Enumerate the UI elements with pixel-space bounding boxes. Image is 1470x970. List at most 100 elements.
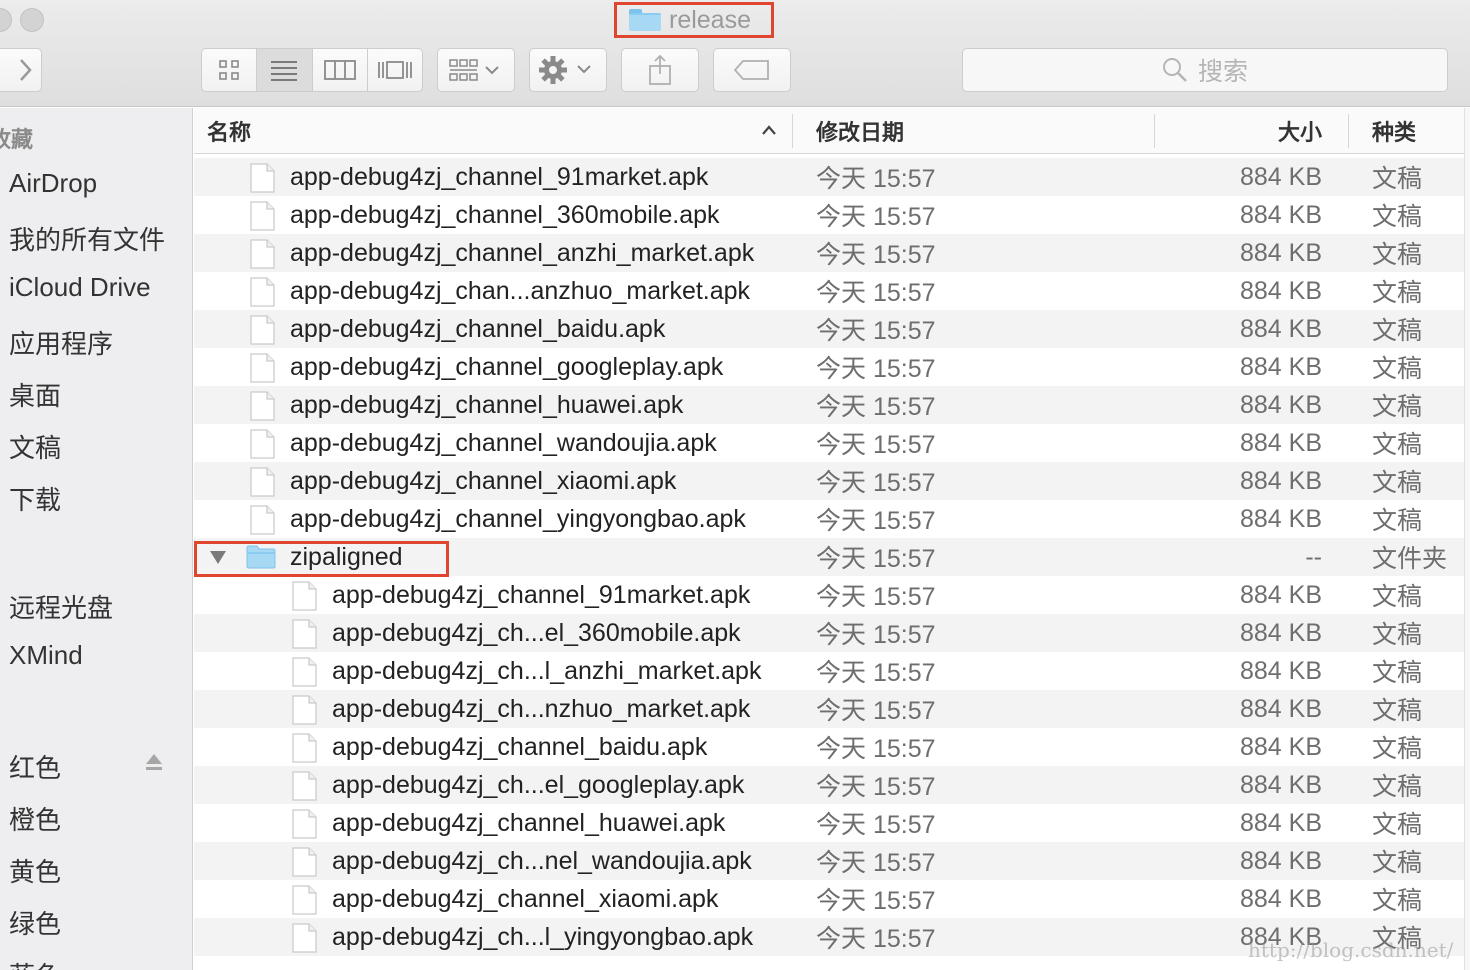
folder-row[interactable]: zipaligned 今天 15:57 -- 文件夹 [194, 538, 1464, 576]
gear-icon [539, 56, 591, 84]
sidebar-item-desktop[interactable]: 桌面 [9, 376, 61, 413]
edit-tags-button[interactable] [713, 48, 791, 92]
file-name: app-debug4zj_channel_xiaomi.apk [332, 884, 719, 913]
file-row[interactable]: app-debug4zj_ch...el_googleplay.apk 今天 15… [194, 766, 1464, 804]
file-kind: 文稿 [1372, 317, 1423, 345]
sidebar-item-documents[interactable]: 文稿 [9, 428, 61, 465]
sidebar-item-xmind[interactable]: XMind [9, 640, 83, 671]
sidebar-item-all-my-files[interactable]: 我的所有文件 [9, 220, 165, 257]
file-size: 884 KB [1239, 162, 1322, 191]
column-header-kind[interactable]: 种类 [1372, 108, 1416, 153]
icon-view-button[interactable] [202, 49, 258, 91]
document-icon [292, 657, 317, 687]
window-close-button[interactable] [0, 8, 12, 32]
document-icon [250, 467, 275, 497]
file-kind: 文稿 [1372, 431, 1423, 459]
column-view-icon [323, 60, 356, 80]
file-name: app-debug4zj_channel_360mobile.apk [290, 200, 720, 229]
file-row[interactable]: app-debug4zj_ch...el_360mobile.apk 今天 15:… [194, 614, 1464, 652]
document-icon [292, 771, 317, 801]
icon-view-icon [219, 60, 239, 80]
file-size: 884 KB [1239, 770, 1322, 799]
share-button[interactable] [621, 48, 699, 92]
file-size: 884 KB [1239, 618, 1322, 647]
sidebar-item-airdrop[interactable]: AirDrop [9, 168, 97, 199]
sidebar-item-downloads[interactable]: 下载 [9, 480, 61, 517]
file-date: 今天 15:57 [816, 849, 936, 877]
file-row[interactable]: app-debug4zj_channel_91market.apk 今天 15:5… [194, 158, 1464, 196]
action-menu-button[interactable] [529, 48, 607, 92]
sidebar-item-icloud-drive[interactable]: iCloud Drive [9, 272, 151, 303]
search-field[interactable]: 搜索 [962, 48, 1448, 92]
file-rows: app-debug4zj_channel_91market.apk 今天 15:5… [194, 158, 1464, 956]
file-row[interactable]: app-debug4zj_channel_googleplay.apk 今天 15… [194, 348, 1464, 386]
sidebar-item-applications[interactable]: 应用程序 [9, 324, 113, 361]
file-kind: 文稿 [1372, 659, 1423, 687]
file-row[interactable]: app-debug4zj_channel_yingyongbao.apk 今天 1… [194, 500, 1464, 538]
sidebar-tag-green[interactable]: 绿色 [9, 904, 61, 941]
document-icon [250, 391, 275, 421]
file-date: 今天 15:57 [816, 659, 936, 687]
file-name: app-debug4zj_channel_91market.apk [290, 162, 709, 191]
scrollbar-track[interactable] [1464, 108, 1470, 970]
arrange-button[interactable] [437, 48, 515, 92]
file-row[interactable]: app-debug4zj_channel_xiaomi.apk 今天 15:57 8… [194, 462, 1464, 500]
file-date: 今天 15:57 [816, 925, 936, 953]
cover-flow-button[interactable] [368, 49, 422, 91]
sidebar-tag-red[interactable]: 红色 [9, 748, 61, 785]
file-date: 今天 15:57 [816, 735, 936, 763]
file-size: 884 KB [1239, 580, 1322, 609]
file-name: app-debug4zj_ch...el_googleplay.apk [332, 770, 745, 799]
file-name: app-debug4zj_channel_baidu.apk [290, 314, 666, 343]
file-name: app-debug4zj_chan...anzhuo_market.apk [290, 276, 751, 305]
file-date: 今天 15:57 [816, 773, 936, 801]
file-size: 884 KB [1239, 656, 1322, 685]
disclosure-triangle-icon[interactable] [208, 547, 228, 567]
file-row[interactable]: app-debug4zj_ch...nzhuo_market.apk 今天 15:… [194, 690, 1464, 728]
file-row[interactable]: app-debug4zj_ch...nel_wandoujia.apk 今天 15… [194, 842, 1464, 880]
file-row[interactable]: app-debug4zj_channel_baidu.apk 今天 15:57 88… [194, 728, 1464, 766]
sidebar-tag-orange[interactable]: 橙色 [9, 800, 61, 837]
file-kind: 文稿 [1372, 849, 1423, 877]
file-kind: 文稿 [1372, 811, 1423, 839]
file-row[interactable]: app-debug4zj_channel_baidu.apk 今天 15:57 88… [194, 310, 1464, 348]
file-date: 今天 15:57 [816, 355, 936, 383]
document-icon [250, 315, 275, 345]
sidebar-tag-yellow[interactable]: 黄色 [9, 852, 61, 889]
column-header-date[interactable]: 修改日期 [816, 108, 904, 153]
column-header-size[interactable]: 大小 [1154, 108, 1322, 153]
list-view-button[interactable] [257, 49, 313, 91]
sidebar-favorites-header: 收藏 [0, 127, 34, 152]
file-name: app-debug4zj_ch...nel_wandoujia.apk [332, 846, 752, 875]
file-row[interactable]: app-debug4zj_channel_huawei.apk 今天 15:57 8… [194, 804, 1464, 842]
file-row[interactable]: app-debug4zj_chan...anzhuo_market.apk 今天 … [194, 272, 1464, 310]
file-size: 884 KB [1239, 504, 1322, 533]
tag-icon [733, 60, 769, 80]
file-row[interactable]: app-debug4zj_channel_anzhi_market.apk 今天 … [194, 234, 1464, 272]
window-minimize-button[interactable] [20, 8, 44, 32]
eject-icon[interactable] [145, 752, 163, 772]
sidebar-tag-blue[interactable]: 蓝色 [9, 956, 61, 970]
file-size: 884 KB [1239, 846, 1322, 875]
file-row[interactable]: app-debug4zj_channel_xiaomi.apk 今天 15:57 8… [194, 880, 1464, 918]
document-icon [292, 619, 317, 649]
view-mode-segmented-control[interactable] [201, 48, 423, 92]
sort-ascending-icon[interactable] [760, 123, 778, 137]
file-row[interactable]: app-debug4zj_channel_wandoujia.apk 今天 15:… [194, 424, 1464, 462]
file-row[interactable]: app-debug4zj_channel_91market.apk 今天 15:5… [194, 576, 1464, 614]
file-name: app-debug4zj_ch...el_360mobile.apk [332, 618, 741, 647]
column-header-name[interactable]: 名称 [207, 108, 251, 153]
file-kind: 文稿 [1372, 507, 1423, 535]
document-icon [250, 201, 275, 231]
back-forward-buttons[interactable] [0, 48, 42, 92]
folder-icon [246, 545, 276, 569]
document-icon [292, 923, 317, 953]
file-name: app-debug4zj_ch...nzhuo_market.apk [332, 694, 751, 723]
document-icon [292, 581, 317, 611]
file-row[interactable]: app-debug4zj_ch...l_anzhi_market.apk 今天 1… [194, 652, 1464, 690]
column-view-button[interactable] [313, 49, 368, 91]
sidebar-item-remote-disc[interactable]: 远程光盘 [9, 588, 113, 625]
file-row[interactable]: app-debug4zj_channel_360mobile.apk 今天 15:… [194, 196, 1464, 234]
file-row[interactable]: app-debug4zj_channel_huawei.apk 今天 15:57 8… [194, 386, 1464, 424]
file-date: 今天 15:57 [816, 507, 936, 535]
